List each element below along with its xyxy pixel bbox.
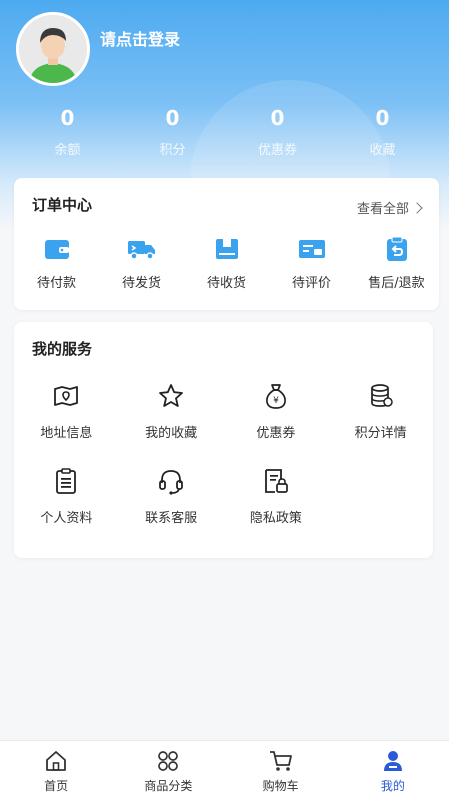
chevron-right-icon	[411, 201, 423, 214]
service-profile[interactable]: 个人资料	[14, 467, 119, 526]
order-pending-payment[interactable]: 待付款	[17, 236, 97, 300]
service-privacy-policy[interactable]: 隐私政策	[224, 467, 329, 526]
stat-label: 余额	[54, 143, 81, 158]
clipboard-icon	[56, 468, 77, 494]
grid-icon	[158, 750, 179, 771]
user-icon	[383, 750, 402, 771]
services-grid: 地址信息 我的收藏 ¥ 优惠券 积分详情 个人资料 联系客服 隐私政策	[14, 382, 433, 526]
order-center-title: 订单中心	[32, 196, 93, 214]
service-label: 积分详情	[354, 426, 407, 441]
account-stats: 0 余额 0 积分 0 优惠券 0 收藏	[15, 105, 435, 165]
service-address[interactable]: 地址信息	[14, 382, 119, 441]
tab-home[interactable]: 首页	[6, 748, 106, 794]
order-center-card: 订单中心 查看全部 待付款 待发货 待收货 待评价 售后/退款	[14, 178, 439, 310]
privacy-doc-icon	[264, 469, 288, 493]
stat-value: 0	[165, 106, 180, 130]
tab-categories[interactable]: 商品分类	[118, 748, 218, 794]
truck-icon	[127, 241, 155, 260]
order-pending-review[interactable]: 待评价	[272, 236, 352, 300]
order-item-label: 待评价	[291, 276, 331, 291]
view-all-orders-link[interactable]: 查看全部	[356, 198, 423, 217]
svg-text:¥: ¥	[273, 396, 279, 406]
headset-icon	[159, 470, 184, 495]
service-customer-support[interactable]: 联系客服	[119, 467, 224, 526]
cart-icon	[269, 750, 292, 771]
service-label: 个人资料	[40, 511, 93, 526]
stat-favorites[interactable]: 0 收藏	[330, 105, 435, 165]
map-icon	[54, 386, 79, 406]
coins-icon	[370, 384, 393, 407]
home-icon	[46, 750, 67, 771]
refund-icon	[386, 236, 407, 261]
order-item-label: 售后/退款	[368, 276, 425, 291]
order-item-label: 待收货	[206, 276, 246, 291]
tab-cart[interactable]: 购物车	[231, 748, 331, 794]
order-item-label: 待付款	[36, 276, 76, 291]
bottom-tab-bar: 首页 商品分类 购物车 我的	[0, 740, 449, 800]
stat-value: 0	[375, 106, 390, 130]
tab-mine[interactable]: 我的	[343, 748, 443, 794]
money-bag-icon: ¥	[265, 384, 286, 409]
service-label: 联系客服	[145, 511, 198, 526]
order-item-label: 待发货	[121, 276, 161, 291]
service-label: 我的收藏	[145, 426, 198, 441]
avatar[interactable]	[16, 12, 90, 86]
stat-value: 0	[60, 106, 75, 130]
tab-label: 商品分类	[144, 778, 193, 793]
service-coupons[interactable]: ¥ 优惠券	[224, 382, 329, 441]
stat-coupons[interactable]: 0 优惠券	[225, 105, 330, 165]
stat-points[interactable]: 0 积分	[120, 105, 225, 165]
order-pending-receipt[interactable]: 待收货	[187, 236, 267, 300]
service-label: 地址信息	[40, 426, 93, 441]
tab-label: 首页	[44, 778, 69, 793]
package-icon	[215, 239, 238, 259]
my-services-card: 我的服务 地址信息 我的收藏 ¥ 优惠券 积分详情 个人资料 联系客服 隐私政策	[14, 322, 433, 558]
service-label: 优惠券	[256, 426, 296, 441]
stat-label: 收藏	[369, 143, 396, 158]
login-prompt[interactable]: 请点击登录	[100, 26, 180, 50]
order-status-row: 待付款 待发货 待收货 待评价 售后/退款	[14, 236, 439, 300]
service-label: 隐私政策	[249, 511, 302, 526]
tab-label: 购物车	[262, 778, 299, 793]
stat-label: 积分	[159, 143, 186, 158]
wallet-icon	[44, 240, 69, 259]
avatar-image	[19, 15, 87, 83]
stat-balance[interactable]: 0 余额	[15, 105, 120, 165]
my-services-title: 我的服务	[32, 340, 93, 358]
stat-value: 0	[270, 106, 285, 130]
service-favorites[interactable]: 我的收藏	[119, 382, 224, 441]
stat-label: 优惠券	[257, 143, 297, 158]
order-after-sales[interactable]: 售后/退款	[357, 236, 437, 300]
tab-label: 我的	[380, 778, 405, 793]
order-pending-shipment[interactable]: 待发货	[102, 236, 182, 300]
service-points[interactable]: 积分详情	[328, 382, 433, 441]
star-icon	[159, 384, 184, 407]
review-icon	[298, 240, 325, 258]
view-all-label: 查看全部	[356, 202, 409, 217]
